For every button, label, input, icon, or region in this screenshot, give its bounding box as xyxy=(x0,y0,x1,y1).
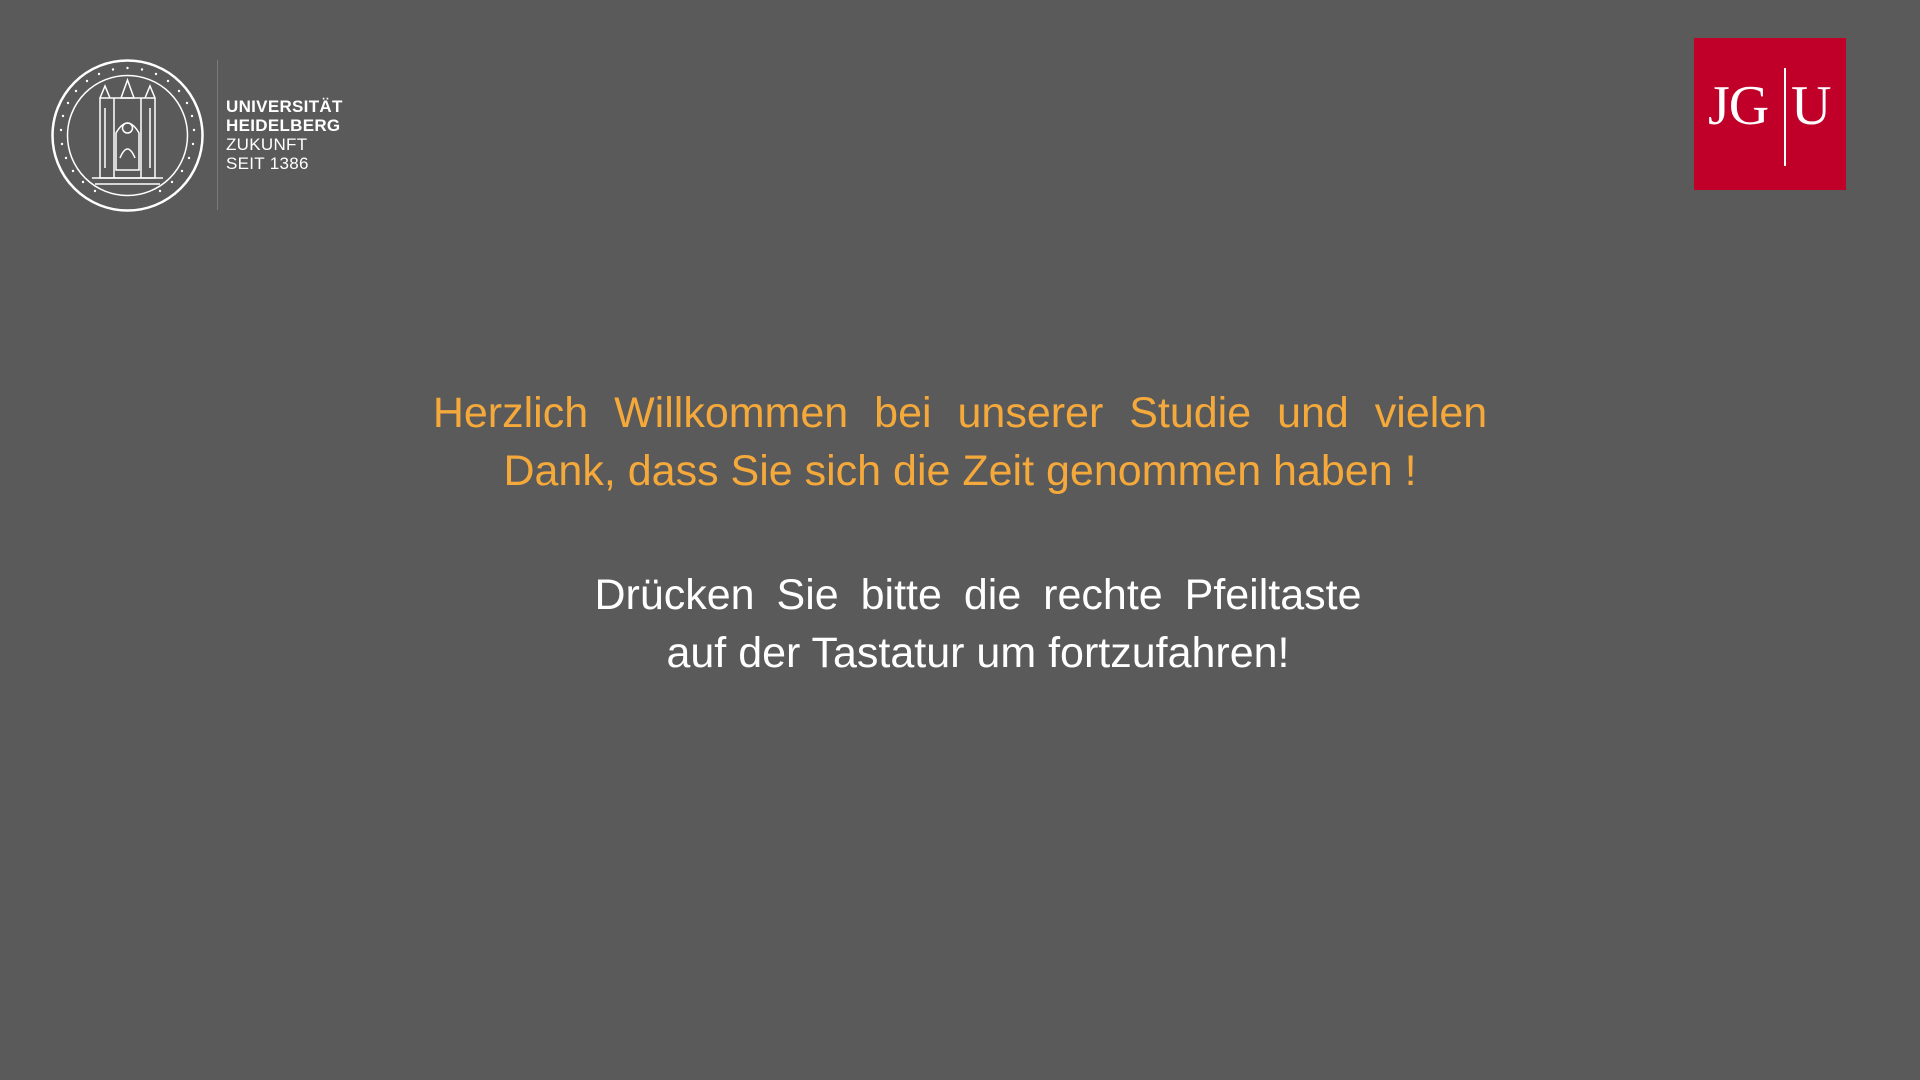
instruction-message: Drücken Sie bitte die rechte Pfeiltaste … xyxy=(0,566,1920,682)
jgu-logo-bar xyxy=(1784,68,1786,166)
jgu-logo-u: U xyxy=(1791,75,1832,137)
wordmark-line-zukunft: ZUKUNFT xyxy=(226,135,308,154)
jgu-logo: JG U xyxy=(1694,38,1846,190)
wordmark-line-universitaet: UNIVERSITÄT xyxy=(226,97,343,116)
welcome-message: Herzlich Willkommen bei unserer Studie u… xyxy=(0,384,1920,500)
welcome-line-1: Herzlich Willkommen bei unserer Studie u… xyxy=(432,389,1488,437)
wordmark-line-heidelberg: HEIDELBERG xyxy=(226,116,341,135)
instruction-line-1: Drücken Sie bitte die rechte Pfeiltaste xyxy=(594,571,1362,619)
jgu-logo-jg: JG xyxy=(1708,75,1769,137)
instruction-line-2: auf der Tastatur um fortzufahren! xyxy=(666,629,1290,677)
welcome-line-2: Dank, dass Sie sich die Zeit genommen ha… xyxy=(503,447,1417,495)
heidelberg-seal-icon xyxy=(51,58,204,212)
wordmark-line-seit: SEIT 1386 xyxy=(226,154,309,173)
heidelberg-university-logo: UNIVERSITÄT HEIDELBERG ZUKUNFT SEIT 1386 xyxy=(50,55,343,215)
slide-canvas: UNIVERSITÄT HEIDELBERG ZUKUNFT SEIT 1386… xyxy=(0,0,1920,1080)
logo-divider xyxy=(217,60,218,210)
heidelberg-wordmark: UNIVERSITÄT HEIDELBERG ZUKUNFT SEIT 1386 xyxy=(226,97,343,173)
